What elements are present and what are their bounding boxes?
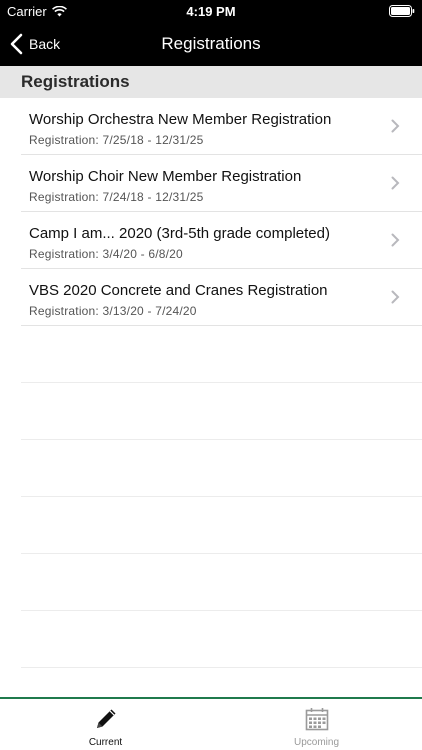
calendar-icon [305, 708, 328, 731]
empty-row [21, 440, 422, 497]
registration-row-orchestra[interactable]: Worship Orchestra New Member Registratio… [21, 98, 422, 155]
navigation-bar: Back Registrations [0, 22, 422, 66]
registration-dates: Registration: 7/24/18 - 12/31/25 [29, 190, 204, 204]
empty-row [21, 497, 422, 554]
screen: Carrier 4:19 PM Back Registrations Regis… [0, 0, 422, 750]
registration-row-choir[interactable]: Worship Choir New Member Registration Re… [21, 155, 422, 212]
tab-current-label: Current [88, 737, 123, 748]
chevron-right-icon [391, 290, 400, 304]
tab-upcoming[interactable]: Upcoming [211, 699, 422, 750]
chevron-right-icon [391, 233, 400, 247]
pencil-icon [96, 709, 115, 728]
empty-row [21, 383, 422, 440]
registration-title: Worship Orchestra New Member Registratio… [29, 111, 332, 128]
registration-dates: Registration: 3/4/20 - 6/8/20 [29, 247, 183, 261]
empty-row [21, 554, 422, 611]
chevron-right-icon [391, 176, 400, 190]
empty-row [21, 611, 422, 668]
registration-list: Worship Orchestra New Member Registratio… [0, 98, 422, 668]
registration-dates: Registration: 7/25/18 - 12/31/25 [29, 133, 204, 147]
tab-bar: Current Upcoming [0, 697, 422, 750]
registration-title: Camp I am... 2020 (3rd-5th grade complet… [29, 225, 330, 242]
registration-title: VBS 2020 Concrete and Cranes Registratio… [29, 282, 328, 299]
status-bar: Carrier 4:19 PM [0, 0, 422, 22]
tab-upcoming-label: Upcoming [293, 737, 340, 748]
registration-row-camp[interactable]: Camp I am... 2020 (3rd-5th grade complet… [21, 212, 422, 269]
section-header: Registrations [0, 66, 422, 98]
registration-dates: Registration: 3/13/20 - 7/24/20 [29, 304, 197, 318]
tab-current[interactable]: Current [0, 699, 211, 750]
registration-row-vbs[interactable]: VBS 2020 Concrete and Cranes Registratio… [21, 269, 422, 326]
battery-icon [389, 5, 415, 20]
empty-row [21, 326, 422, 383]
page-title: Registrations [161, 34, 261, 53]
registration-title: Worship Choir New Member Registration [29, 168, 302, 185]
status-time: 4:19 PM [186, 4, 236, 19]
chevron-right-icon [391, 119, 400, 133]
